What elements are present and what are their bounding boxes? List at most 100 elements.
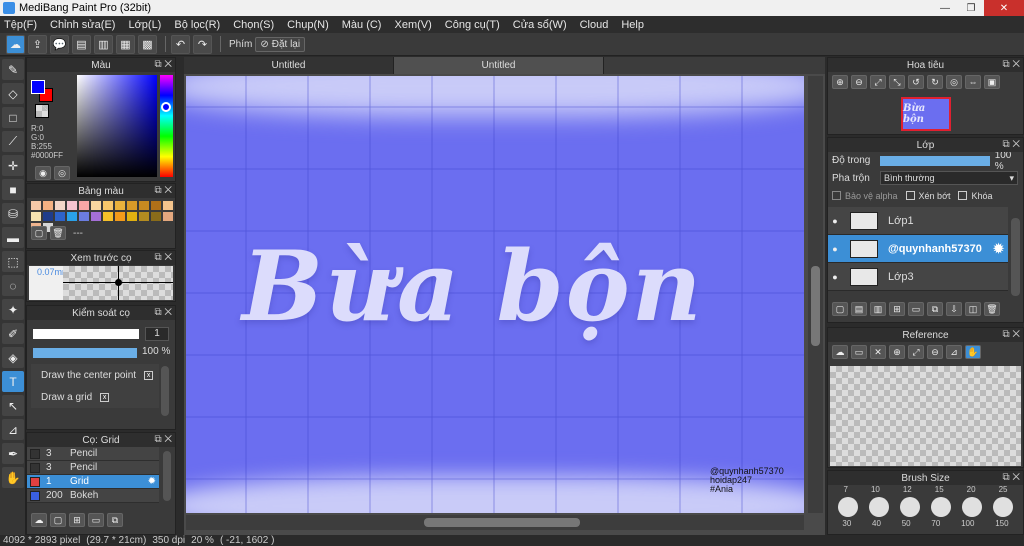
eye-icon[interactable]: ● — [828, 216, 842, 226]
palette-swatch[interactable] — [139, 212, 149, 221]
hue-slider[interactable] — [160, 75, 173, 177]
fit-icon[interactable]: ⤢ — [908, 345, 924, 359]
vertical-scroll-thumb[interactable] — [811, 266, 820, 346]
palette-swatch[interactable] — [115, 212, 125, 221]
grid-view-icon[interactable]: ▦ — [116, 34, 135, 54]
palette-swatch[interactable] — [163, 201, 173, 210]
zoom-in-icon[interactable]: ⊕ — [889, 345, 905, 359]
menu-help[interactable]: Help — [621, 19, 644, 31]
menu-snap[interactable]: Chụp(N) — [287, 19, 329, 31]
menu-edit[interactable]: Chỉnh sửa(E) — [50, 19, 115, 31]
cloud-icon[interactable]: ☁ — [6, 34, 25, 54]
gradient-tool-icon[interactable]: ▬ — [2, 227, 24, 248]
panel-buttons-icon[interactable]: ⧉ ✕ — [154, 434, 172, 445]
palette-swatch[interactable] — [127, 212, 137, 221]
fullscreen-icon[interactable]: ▣ — [984, 75, 1000, 89]
folder-icon[interactable]: ▭ — [908, 302, 924, 316]
actual-size-icon[interactable]: ⤡ — [889, 75, 905, 89]
open-folder-icon[interactable]: ▭ — [851, 345, 867, 359]
close-button[interactable]: ✕ — [984, 0, 1024, 16]
palette-swatch[interactable] — [31, 212, 41, 221]
palette-swatch[interactable] — [67, 201, 77, 210]
brush-opacity-slider[interactable] — [33, 348, 137, 358]
navigator-thumbnail[interactable]: Bừa bộn — [901, 97, 951, 131]
palette-swatch[interactable] — [151, 212, 161, 221]
tab-untitled-2[interactable]: Untitled — [394, 57, 604, 74]
option-checkbox[interactable]: x — [100, 392, 110, 402]
brush-size-preset[interactable] — [962, 497, 983, 517]
menu-select[interactable]: Chọn(S) — [233, 19, 274, 31]
brush-size-value[interactable]: 1 — [145, 327, 169, 341]
duplicate-brush-icon[interactable]: ⧉ — [107, 513, 123, 527]
delete-layer-icon[interactable]: 🗑 — [984, 302, 1000, 316]
brush-size-slider[interactable] — [33, 329, 139, 339]
select-eraser-tool-icon[interactable]: ◈ — [2, 347, 24, 368]
hue-slider-handle[interactable] — [161, 102, 171, 112]
panel-buttons-icon[interactable]: ⧉ ✕ — [154, 59, 172, 70]
palette-swatch[interactable] — [139, 201, 149, 210]
comment-icon[interactable]: 💬 — [50, 34, 69, 54]
magic-wand-tool-icon[interactable]: ✦ — [2, 299, 24, 320]
redo-icon[interactable]: ↷ — [193, 34, 212, 54]
add-brush-icon[interactable]: ⊞ — [69, 513, 85, 527]
brush-size-preset[interactable] — [993, 497, 1014, 517]
brush-folder-icon[interactable]: ▭ — [88, 513, 104, 527]
menu-window[interactable]: Cửa sổ(W) — [513, 19, 567, 31]
menu-color[interactable]: Màu (C) — [342, 19, 382, 31]
brush-control-scrollbar[interactable] — [161, 366, 169, 416]
panel-buttons-icon[interactable]: ⧉ ✕ — [1002, 139, 1020, 150]
undo-icon[interactable]: ↶ — [171, 34, 190, 54]
panel-buttons-icon[interactable]: ⧉ ✕ — [154, 307, 172, 318]
brush-size-preset[interactable] — [837, 497, 858, 517]
new-layer-color-icon[interactable]: ▤ — [851, 302, 867, 316]
rotate-left-icon[interactable]: ↺ — [908, 75, 924, 89]
vertical-scrollbar[interactable] — [808, 76, 823, 513]
layer-row-selected[interactable]: ● @quynhanh57370 ✹ — [828, 235, 1008, 263]
operation-tool-icon[interactable]: ↖ — [2, 395, 24, 416]
panel-buttons-icon[interactable]: ⧉ ✕ — [154, 185, 172, 196]
palette-swatch[interactable] — [103, 201, 113, 210]
palette-swatch[interactable] — [163, 212, 173, 221]
brush-item[interactable]: 3 Pencil — [27, 447, 159, 461]
layer-settings-icon[interactable]: ◫ — [965, 302, 981, 316]
layer-opacity-slider[interactable] — [879, 155, 990, 166]
zoom-out-icon[interactable]: ⊖ — [851, 75, 867, 89]
draw-grid-option[interactable]: Draw a grid x — [31, 386, 159, 408]
brush-size-preset[interactable] — [931, 497, 952, 517]
palette-swatch[interactable] — [43, 201, 53, 210]
rect-select-tool-icon[interactable]: □ — [2, 107, 24, 128]
menu-tools[interactable]: Công cụ(T) — [445, 19, 500, 31]
transparent-color-swatch[interactable] — [35, 104, 49, 118]
add-layer-menu-icon[interactable]: ⊞ — [889, 302, 905, 316]
fit-icon[interactable]: ⤢ — [870, 75, 886, 89]
foreground-color-swatch[interactable] — [31, 80, 45, 94]
dropper-tool-icon[interactable]: ⊿ — [2, 419, 24, 440]
palette-swatch[interactable] — [151, 201, 161, 210]
tab-untitled-1[interactable]: Untitled — [184, 57, 394, 74]
panel-buttons-icon[interactable]: ⧉ ✕ — [1002, 472, 1020, 483]
select-pen-tool-icon[interactable]: ✐ — [2, 323, 24, 344]
menu-cloud[interactable]: Cloud — [580, 19, 609, 31]
palette-swatch[interactable] — [67, 212, 77, 221]
clip-checkbox[interactable] — [905, 191, 915, 200]
cloud-upload-icon[interactable]: ☁ — [832, 345, 848, 359]
menu-layer[interactable]: Lớp(L) — [128, 19, 161, 31]
palette-swatch[interactable] — [127, 201, 137, 210]
document-canvas[interactable]: Bừa bộn @quynhanh57370 hoidap247 #Ania — [186, 76, 804, 513]
hand-tool-icon[interactable]: ✋ — [2, 467, 24, 488]
palette-swatch[interactable] — [31, 201, 41, 210]
palette-swatch[interactable] — [79, 212, 89, 221]
gear-icon[interactable]: ✹ — [148, 476, 156, 487]
maximize-button[interactable]: ❐ — [958, 0, 984, 16]
text-tool-icon[interactable]: T — [2, 371, 24, 392]
reset-rotate-icon[interactable]: ◎ — [946, 75, 962, 89]
new-brush-icon[interactable]: ▢ — [50, 513, 66, 527]
move-tool-icon[interactable]: ✛ — [2, 155, 24, 176]
duplicate-layer-icon[interactable]: ⧉ — [927, 302, 943, 316]
layer-row[interactable]: ● Lớp3 — [828, 263, 1008, 291]
lasso-tool-icon[interactable]: ◌ — [2, 275, 24, 296]
eyedropper-icon[interactable]: ⊿ — [946, 345, 962, 359]
palette-swatch[interactable] — [55, 201, 65, 210]
option-checkbox[interactable]: x — [144, 370, 154, 380]
eye-icon[interactable]: ● — [828, 244, 842, 254]
